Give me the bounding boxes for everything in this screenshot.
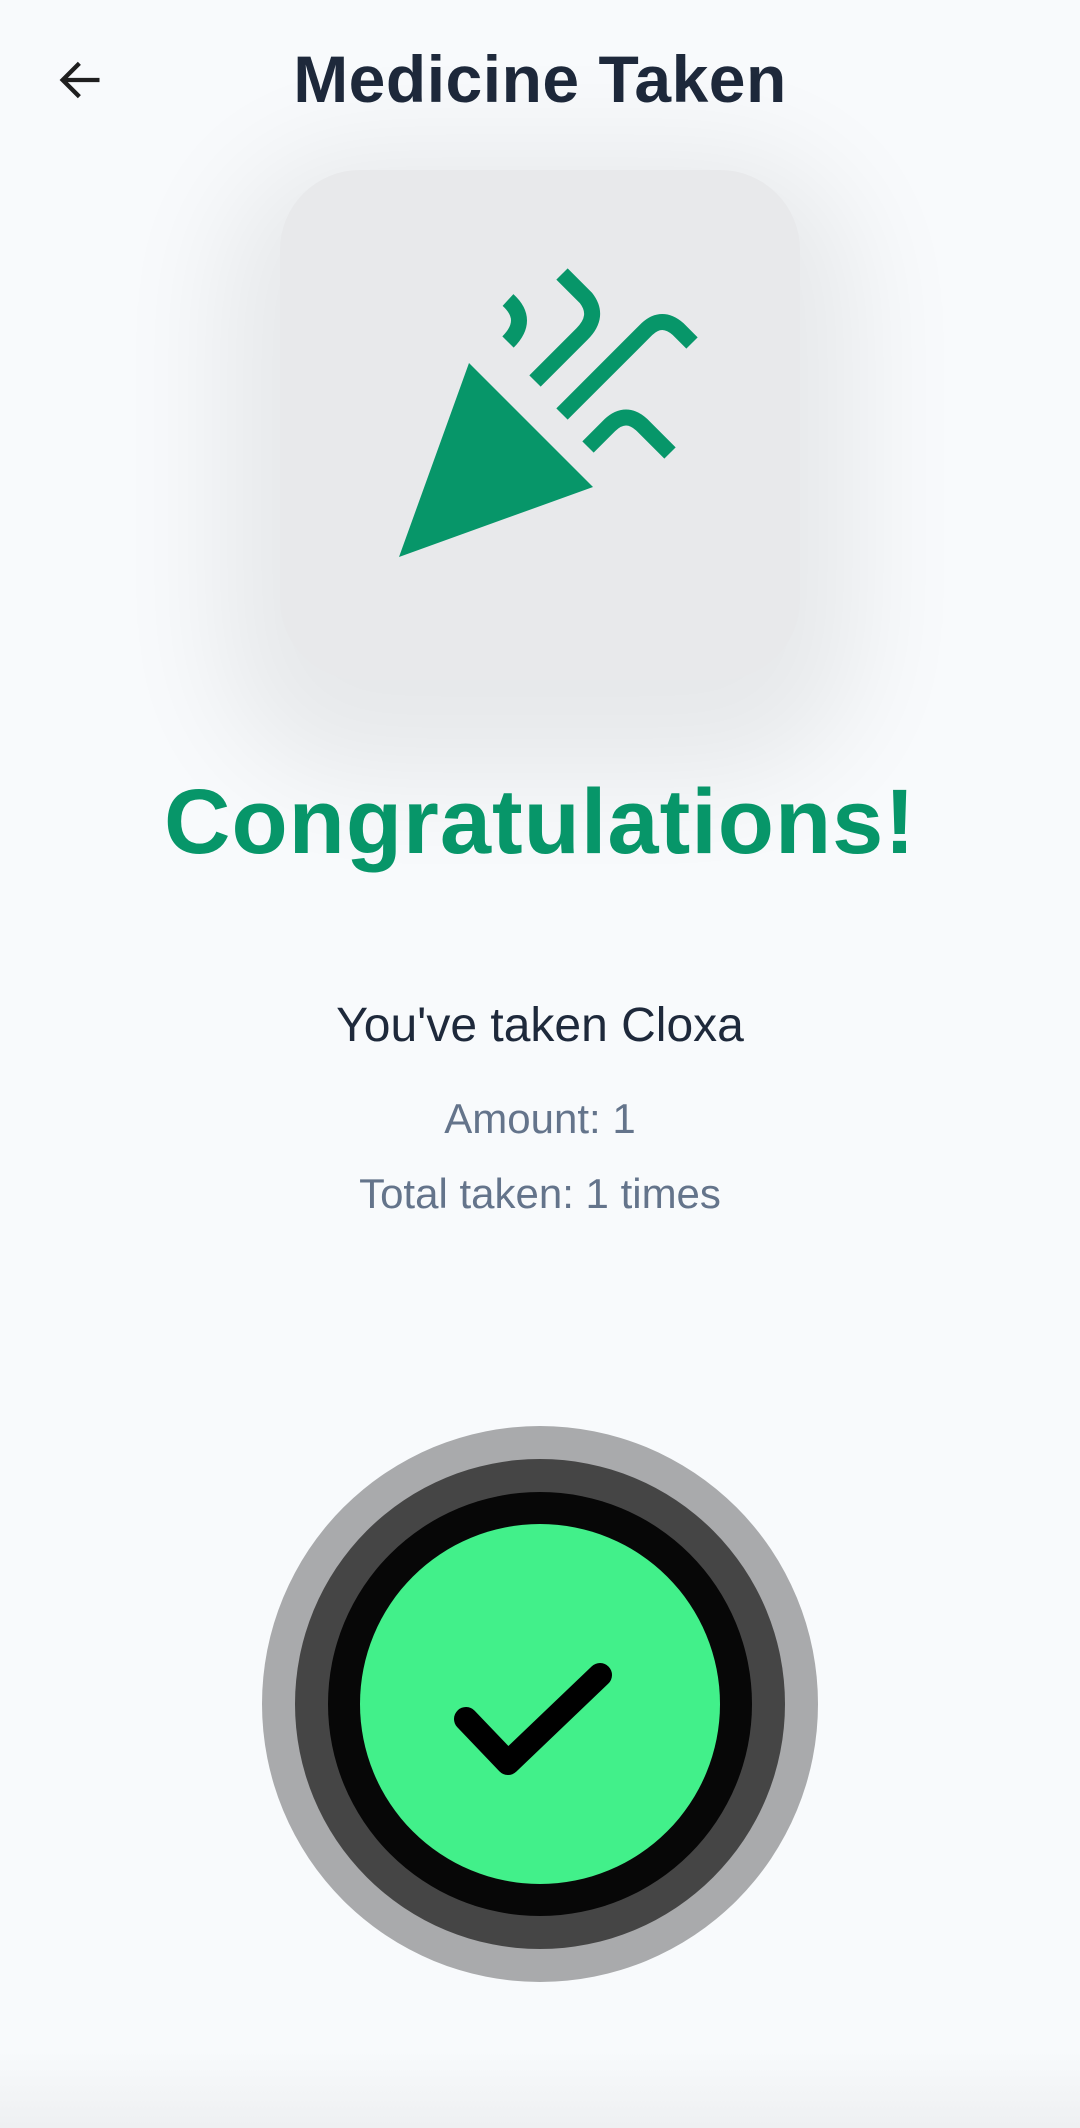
congratulations-heading: Congratulations!: [164, 771, 916, 873]
medicine-taken-message: You've taken Cloxa: [336, 999, 744, 1052]
total-taken-text: Total taken: 1 times: [359, 1170, 721, 1217]
party-popper-icon: [399, 268, 698, 557]
confirm-button[interactable]: [360, 1524, 720, 1884]
arrow-left-icon: [59, 61, 100, 99]
app-bar: Medicine Taken: [0, 0, 1080, 158]
amount-text: Amount: 1: [444, 1095, 636, 1142]
back-button[interactable]: [40, 40, 120, 120]
checkmark-icon: [454, 1663, 612, 1775]
page-title: Medicine Taken: [293, 42, 787, 116]
confirm-button-rings: [262, 1426, 818, 1982]
medicine-taken-screen: Medicine Taken Congratulations! You've t…: [0, 0, 1080, 2128]
bottom-gesture-area: [0, 2050, 1080, 2128]
